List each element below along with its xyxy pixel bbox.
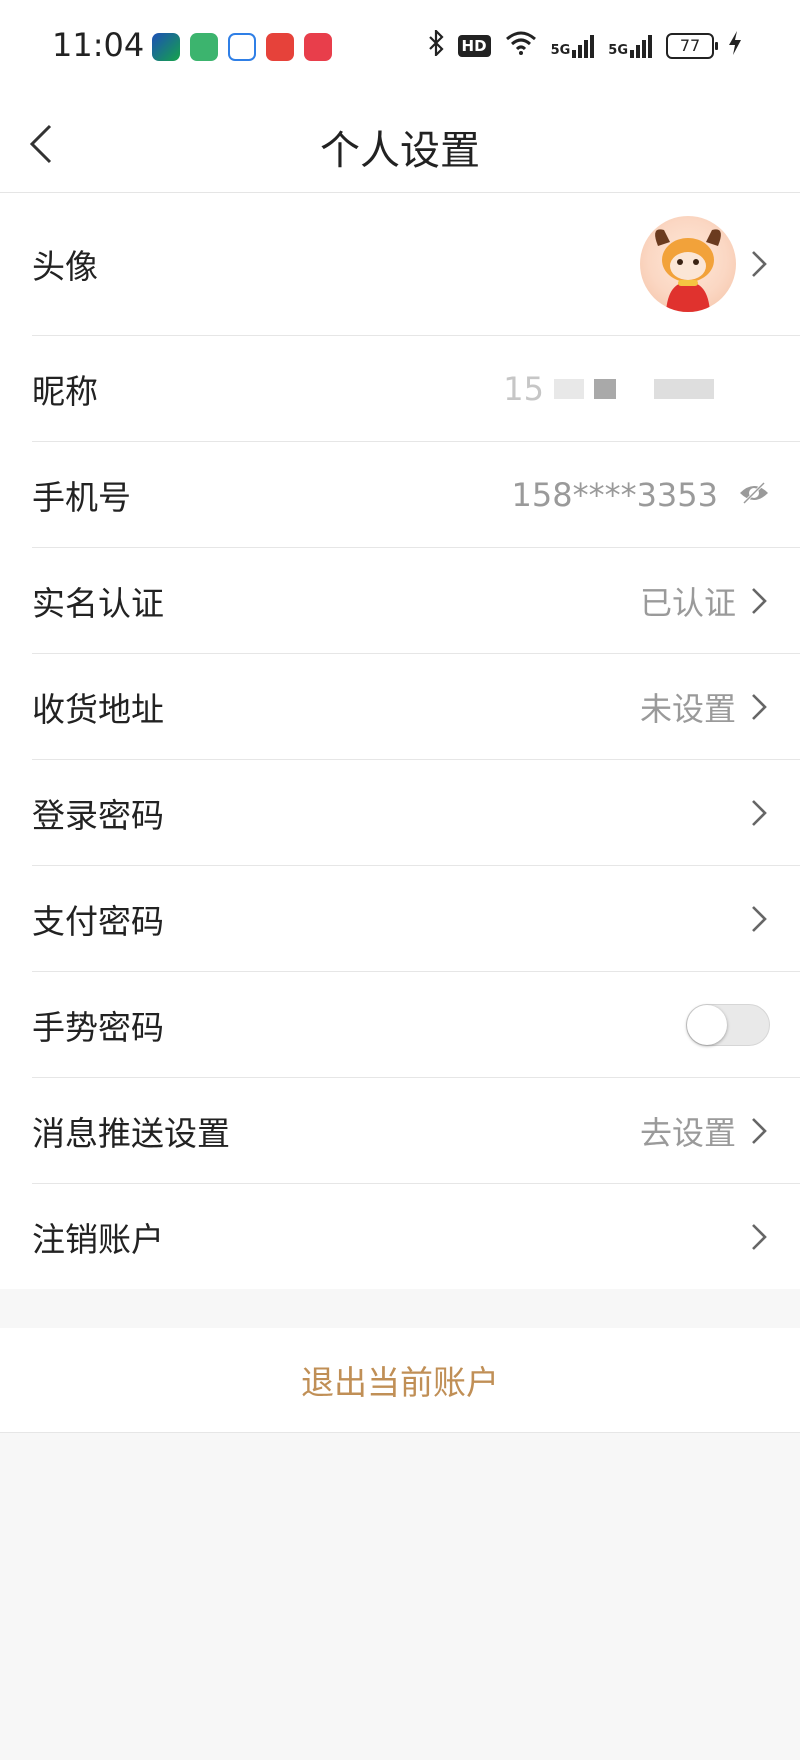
push-settings-row[interactable]: 消息推送设置 去设置 — [32, 1078, 800, 1184]
nickname-value: 15 — [503, 370, 714, 408]
system-icons: HD 5G 5G 77 — [428, 28, 742, 62]
address-status: 未设置 — [639, 689, 736, 728]
game-app-icon — [266, 33, 294, 61]
chevron-right-icon — [752, 587, 767, 614]
gesture-password-label: 手势密码 — [32, 1007, 164, 1047]
chevron-right-icon — [752, 251, 767, 277]
battery-icon: 77 — [666, 33, 718, 59]
gesture-password-row: 手势密码 — [32, 972, 800, 1078]
chevron-right-icon — [752, 1223, 767, 1250]
notification-icons — [152, 33, 332, 61]
phone-label: 手机号 — [32, 477, 131, 517]
avatar-row[interactable]: 头像 — [32, 193, 800, 336]
login-password-label: 登录密码 — [32, 795, 164, 835]
shopping-app-icon — [304, 33, 332, 61]
toggle-knob — [687, 1004, 727, 1045]
chevron-right-icon — [752, 799, 767, 826]
avatar[interactable] — [640, 216, 736, 312]
logout-label: 退出当前账户 — [301, 1363, 499, 1402]
cancel-account-row[interactable]: 注销账户 — [32, 1184, 800, 1289]
charging-icon — [728, 30, 742, 62]
nav-bar: 个人设置 — [0, 96, 800, 193]
chevron-right-icon — [752, 905, 767, 932]
video-app-icon — [152, 33, 180, 61]
phone-row: 手机号 158****3353 — [32, 442, 800, 548]
signal-icon-sim2: 5G — [608, 34, 652, 58]
logout-button[interactable]: 退出当前账户 — [0, 1328, 800, 1433]
status-bar: 11:04 HD 5G 5G 77 — [0, 0, 800, 96]
cancel-account-label: 注销账户 — [32, 1219, 164, 1259]
hd-icon: HD — [457, 35, 491, 57]
phone-value: 158****3353 — [511, 475, 718, 514]
browser-app-icon — [228, 33, 256, 61]
real-name-label: 实名认证 — [32, 583, 164, 623]
status-time: 11:04 — [52, 26, 145, 64]
pay-password-label: 支付密码 — [32, 901, 164, 941]
address-label: 收货地址 — [32, 689, 164, 729]
signal-icon-sim1: 5G — [551, 34, 595, 58]
push-settings-label: 消息推送设置 — [32, 1113, 230, 1153]
avatar-image — [655, 229, 721, 312]
chevron-right-icon — [752, 693, 767, 720]
page-title: 个人设置 — [320, 128, 480, 174]
real-name-status: 已认证 — [639, 583, 736, 622]
real-name-row[interactable]: 实名认证 已认证 — [32, 548, 800, 654]
gesture-password-toggle[interactable] — [686, 1003, 770, 1046]
message-app-icon — [190, 33, 218, 61]
pay-password-row[interactable]: 支付密码 — [32, 866, 800, 972]
eye-off-icon[interactable] — [738, 481, 770, 509]
nickname-label: 昵称 — [32, 371, 98, 411]
push-settings-value: 去设置 — [639, 1113, 736, 1152]
nickname-row[interactable]: 昵称 15 — [32, 336, 800, 442]
wifi-icon — [505, 31, 537, 61]
address-row[interactable]: 收货地址 未设置 — [32, 654, 800, 760]
chevron-right-icon — [752, 1117, 767, 1144]
bluetooth-icon — [428, 28, 444, 62]
login-password-row[interactable]: 登录密码 — [32, 760, 800, 866]
settings-list: 头像 昵称 15 手机号 158****3353 实名认证 已认证 收货地址 未… — [0, 193, 800, 1289]
avatar-label: 头像 — [32, 247, 98, 286]
